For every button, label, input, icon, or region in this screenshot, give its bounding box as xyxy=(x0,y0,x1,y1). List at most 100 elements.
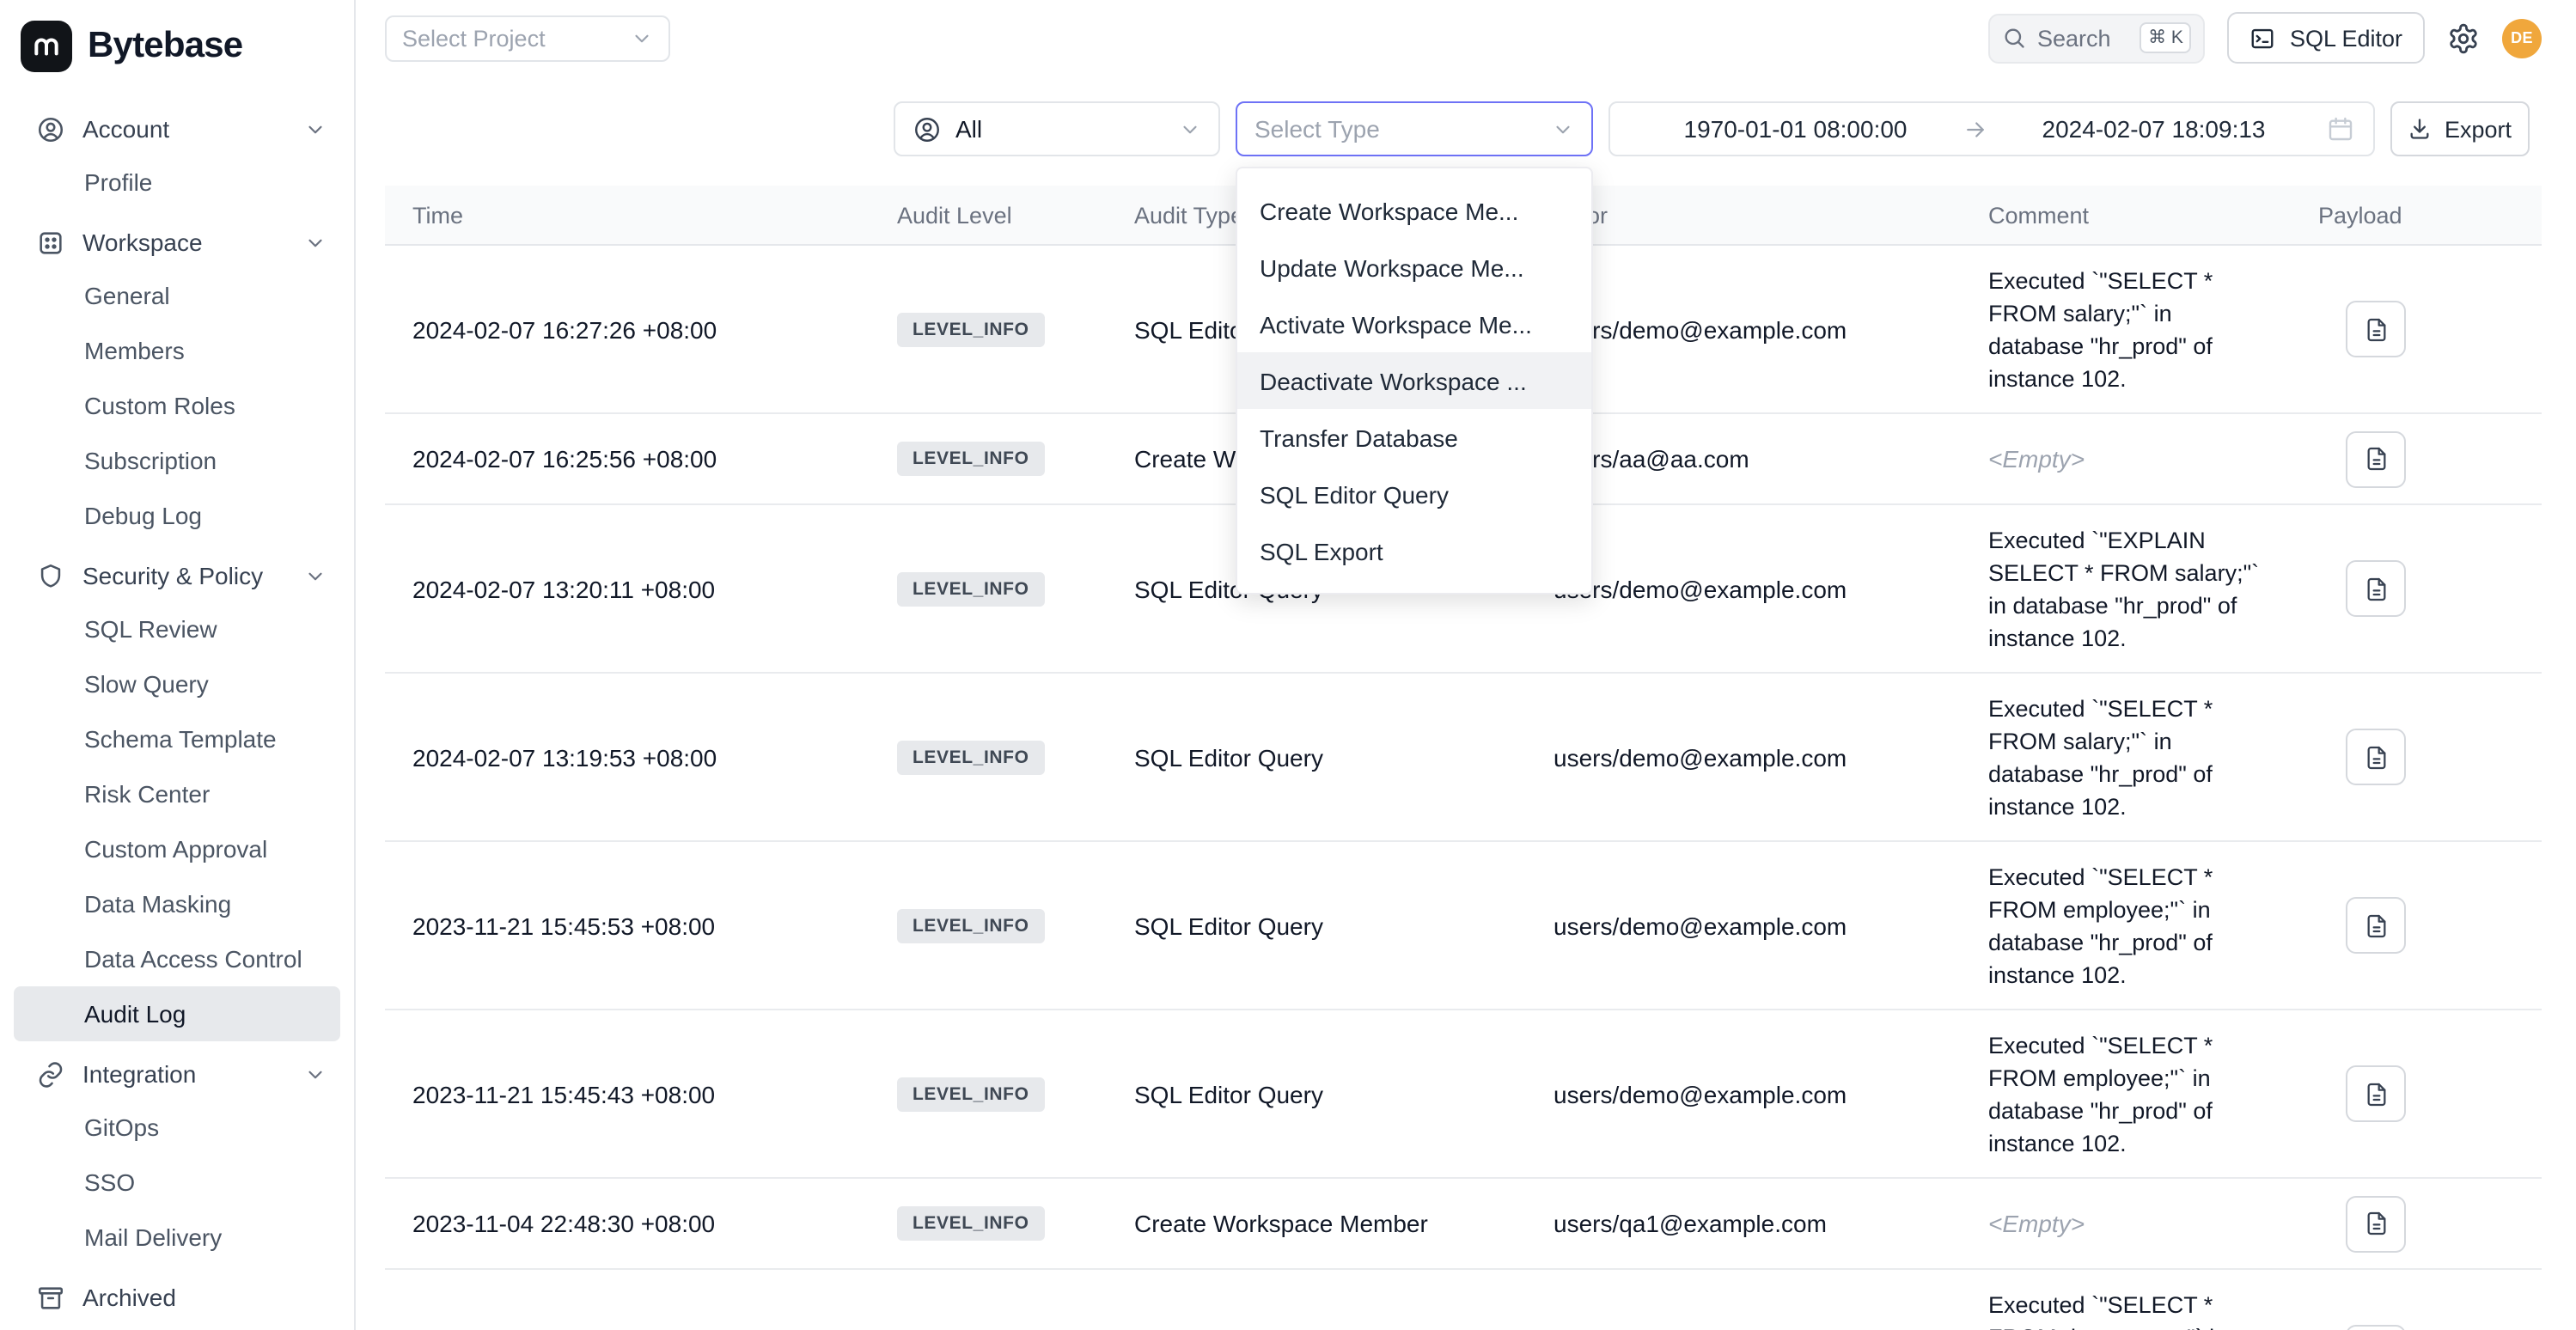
sidebar-item-custom-approval[interactable]: Custom Approval xyxy=(14,821,340,876)
date-range-picker[interactable]: 1970-01-01 08:00:00 2024-02-07 18:09:13 xyxy=(1608,101,2375,156)
level-badge: LEVEL_INFO xyxy=(897,312,1045,346)
cell-time: 2024-02-07 16:27:26 +08:00 xyxy=(385,315,870,343)
cell-audit-level: LEVEL_INFO xyxy=(870,442,1107,476)
cell-audit-type: Create Workspace Member xyxy=(1107,1210,1526,1237)
sidebar-item-schema-template[interactable]: Schema Template xyxy=(14,711,340,766)
sidebar-item-profile[interactable]: Profile xyxy=(14,155,340,210)
type-option-transfer-database[interactable]: Transfer Database xyxy=(1237,409,1591,466)
cell-comment: Executed `"SELECT * FROM department;"` i… xyxy=(1961,1288,2291,1330)
cell-comment: <Empty> xyxy=(1961,1207,2291,1240)
arrow-right-icon xyxy=(1962,116,1987,142)
sidebar-item-debug-log[interactable]: Debug Log xyxy=(14,488,340,543)
sidebar-item-members[interactable]: Members xyxy=(14,323,340,378)
payload-button[interactable] xyxy=(2346,1195,2406,1252)
sidebar-item-sql-review[interactable]: SQL Review xyxy=(14,601,340,656)
sidebar-item-risk-center[interactable]: Risk Center xyxy=(14,766,340,821)
cell-payload xyxy=(2291,897,2542,954)
type-option-activate-workspace-member[interactable]: Activate Workspace Me... xyxy=(1237,296,1591,352)
cell-payload xyxy=(2291,301,2542,357)
chevron-down-icon xyxy=(304,231,327,253)
sidebar-item-sso[interactable]: SSO xyxy=(14,1155,340,1210)
type-option-sql-editor-query[interactable]: SQL Editor Query xyxy=(1237,466,1591,522)
payload-button[interactable] xyxy=(2346,729,2406,785)
cell-payload xyxy=(2291,729,2542,785)
sql-editor-button[interactable]: SQL Editor xyxy=(2228,12,2425,64)
cell-audit-level: LEVEL_INFO xyxy=(870,571,1107,606)
sidebar-item-archived[interactable]: Archived xyxy=(14,1272,340,1323)
sidebar-item-label: Archived xyxy=(82,1284,176,1311)
project-select[interactable]: Select Project xyxy=(385,15,670,61)
chevron-down-icon xyxy=(1552,118,1574,140)
table-row: 2023-11-21 15:45:43 +08:00 LEVEL_INFO SQ… xyxy=(385,1010,2542,1179)
level-badge: LEVEL_INFO xyxy=(897,571,1045,606)
payload-button[interactable] xyxy=(2346,560,2406,617)
type-filter-dropdown: Create Workspace Me... Update Workspace … xyxy=(1236,167,1593,595)
type-filter-select[interactable]: Select Type xyxy=(1236,101,1593,156)
sidebar-section-integration[interactable]: Integration xyxy=(14,1048,340,1100)
cell-comment: Executed `"SELECT * FROM employee;"` in … xyxy=(1961,860,2291,991)
level-badge: LEVEL_INFO xyxy=(897,1077,1045,1111)
cell-time: 2024-02-07 13:19:53 +08:00 xyxy=(385,743,870,771)
cell-payload xyxy=(2291,430,2542,487)
bytebase-logo[interactable]: Bytebase xyxy=(14,14,340,96)
sidebar-item-slow-query[interactable]: Slow Query xyxy=(14,656,340,711)
level-badge: LEVEL_INFO xyxy=(897,1206,1045,1241)
type-option-deactivate-workspace-member[interactable]: Deactivate Workspace ... xyxy=(1237,352,1591,409)
chevron-down-icon xyxy=(304,118,327,140)
sidebar-section-security-policy[interactable]: Security & Policy xyxy=(14,550,340,601)
sidebar-item-data-masking[interactable]: Data Masking xyxy=(14,876,340,931)
sidebar-item-custom-roles[interactable]: Custom Roles xyxy=(14,378,340,433)
cell-audit-level: LEVEL_INFO xyxy=(870,740,1107,774)
type-option-create-workspace-member[interactable]: Create Workspace Me... xyxy=(1237,182,1591,239)
cell-actor: users/demo@example.com xyxy=(1526,912,1961,939)
type-option-update-workspace-member[interactable]: Update Workspace Me... xyxy=(1237,239,1591,296)
payload-button[interactable] xyxy=(2346,1065,2406,1122)
type-option-sql-export[interactable]: SQL Export xyxy=(1237,522,1591,579)
actor-filter-select[interactable]: All xyxy=(894,101,1220,156)
column-header-payload: Payload xyxy=(2291,202,2542,228)
export-label: Export xyxy=(2445,116,2512,142)
chevron-down-icon xyxy=(304,1063,327,1085)
sidebar: Bytebase Account Profile xyxy=(0,0,356,1330)
sidebar-item-subscription[interactable]: Subscription xyxy=(14,433,340,488)
link-icon xyxy=(36,1059,65,1089)
cell-time: 2023-11-04 22:48:30 +08:00 xyxy=(385,1210,870,1237)
sidebar-item-general[interactable]: General xyxy=(14,268,340,323)
cell-comment: Executed `"SELECT * FROM salary;"` in da… xyxy=(1961,264,2291,394)
avatar[interactable]: DE xyxy=(2502,18,2542,58)
cell-comment: <Empty> xyxy=(1961,442,2291,475)
sidebar-item-gitops[interactable]: GitOps xyxy=(14,1100,340,1155)
sidebar-item-mail-delivery[interactable]: Mail Delivery xyxy=(14,1210,340,1265)
user-circle-icon xyxy=(36,114,65,143)
sidebar-section-label: Security & Policy xyxy=(82,562,263,589)
export-button[interactable]: Export xyxy=(2390,101,2530,156)
sql-editor-label: SQL Editor xyxy=(2290,25,2402,51)
shield-icon xyxy=(36,561,65,590)
cell-audit-type: SQL Editor Query xyxy=(1107,743,1526,771)
payload-button[interactable] xyxy=(2346,301,2406,357)
payload-button[interactable] xyxy=(2346,1325,2406,1330)
sidebar-section-workspace[interactable]: Workspace xyxy=(14,217,340,268)
user-circle-icon xyxy=(913,114,942,143)
payload-button[interactable] xyxy=(2346,430,2406,487)
cell-audit-type: SQL Editor Query xyxy=(1107,1080,1526,1107)
sidebar-section-label: Workspace xyxy=(82,229,203,256)
column-header-audit-level: Audit Level xyxy=(870,202,1107,228)
bytebase-logo-icon xyxy=(21,21,72,72)
gear-icon[interactable] xyxy=(2447,21,2480,54)
payload-button[interactable] xyxy=(2346,897,2406,954)
sidebar-item-audit-log[interactable]: Audit Log xyxy=(14,986,340,1041)
level-badge: LEVEL_INFO xyxy=(897,740,1045,774)
cell-comment: Executed `"EXPLAIN SELECT * FROM salary;… xyxy=(1961,523,2291,654)
cell-payload xyxy=(2291,560,2542,617)
search-input[interactable]: Search ⌘ K xyxy=(1989,13,2206,63)
brand-name: Bytebase xyxy=(88,26,242,67)
sidebar-nav: Account Profile Workspace xyxy=(14,103,340,1323)
sidebar-item-data-access-control[interactable]: Data Access Control xyxy=(14,931,340,986)
topbar-right: Search ⌘ K SQL Editor xyxy=(1989,12,2542,64)
sidebar-section-account[interactable]: Account xyxy=(14,103,340,155)
level-badge: LEVEL_INFO xyxy=(897,442,1045,476)
chevron-down-icon xyxy=(304,564,327,587)
table-row: 2023-11-04 21:26:24 +08:00 LEVEL_INFO SQ… xyxy=(385,1270,2542,1330)
search-icon xyxy=(2003,26,2027,50)
